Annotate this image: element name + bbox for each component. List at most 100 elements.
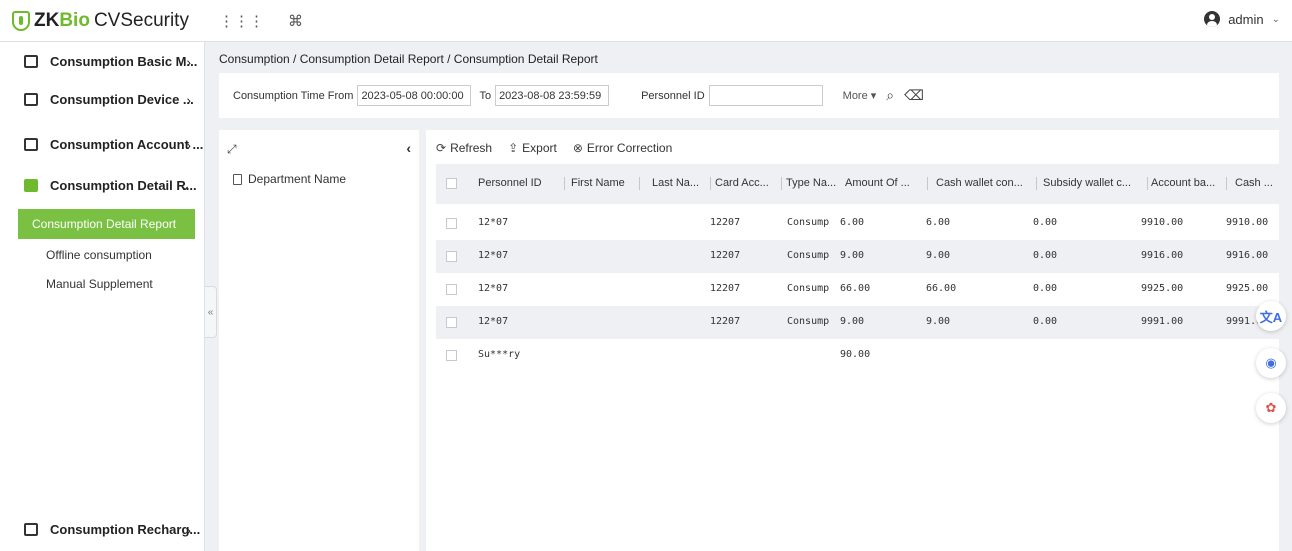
cell-subsidy-wallet: 0.00 bbox=[1033, 250, 1058, 261]
device-icon bbox=[24, 93, 38, 106]
cell-type-name: Consump bbox=[787, 316, 830, 327]
cell-type-name: Consump bbox=[787, 217, 830, 228]
department-label: Department Name bbox=[248, 172, 347, 186]
cell-personnel-id: 12*07 bbox=[478, 316, 509, 327]
sidebar-item-label: Manual Supplement bbox=[46, 277, 153, 291]
sidebar-group-account[interactable]: Consumption Account ... › bbox=[0, 126, 205, 163]
cell-cash-wallet: 6.00 bbox=[926, 217, 951, 228]
table-row[interactable]: 12*07 12207 Consump 66.00 66.00 0.00 992… bbox=[436, 273, 1279, 306]
refresh-icon: ⟳ bbox=[436, 141, 447, 155]
cell-card-account: 12207 bbox=[710, 250, 741, 261]
document-icon bbox=[233, 173, 242, 185]
chevron-down-icon: ⌄ bbox=[179, 177, 191, 193]
error-correction-icon: ⊗ bbox=[572, 141, 583, 155]
account-icon bbox=[24, 138, 38, 151]
header-personnel-id[interactable]: Personnel ID bbox=[478, 177, 566, 189]
cell-amount: 9.00 bbox=[840, 316, 865, 327]
personnel-id-input[interactable] bbox=[708, 85, 823, 106]
cell-cash: 9910.00 bbox=[1226, 217, 1269, 228]
header-amount[interactable]: Amount Of ... bbox=[845, 177, 929, 189]
sidebar-item-consumption-detail-report[interactable]: Consumption Detail Report bbox=[18, 209, 195, 239]
search-icon[interactable]: ⌕ bbox=[886, 87, 894, 104]
collapse-panel-icon[interactable]: ‹ bbox=[406, 140, 411, 156]
summary-label: Su***ry bbox=[478, 349, 521, 360]
app-logo[interactable]: ZK Bio CVSecurity bbox=[12, 7, 189, 35]
sidebar-group-recharge[interactable]: Consumption Recharg... › bbox=[0, 511, 205, 548]
select-all-checkbox[interactable] bbox=[446, 178, 457, 189]
cell-personnel-id: 12*07 bbox=[478, 283, 509, 294]
row-checkbox[interactable] bbox=[446, 350, 457, 361]
user-avatar-icon bbox=[1204, 11, 1221, 27]
chevron-right-icon: › bbox=[186, 91, 191, 108]
header-first-name[interactable]: First Name bbox=[571, 177, 639, 189]
sidebar-item-label: Offline consumption bbox=[46, 248, 152, 262]
sidebar-item-manual-supplement[interactable]: Manual Supplement bbox=[18, 269, 195, 299]
summary-row: Su***ry 90.00 bbox=[436, 339, 1279, 372]
header-type-name[interactable]: Type Na... bbox=[786, 177, 846, 189]
sidebar-group-detail[interactable]: Consumption Detail R... ⌄ bbox=[0, 167, 205, 204]
summary-amount: 90.00 bbox=[840, 349, 871, 360]
header-subsidy-wallet[interactable]: Subsidy wallet c... bbox=[1043, 177, 1145, 189]
row-checkbox[interactable] bbox=[446, 251, 457, 262]
cell-cash-wallet: 66.00 bbox=[926, 283, 957, 294]
time-from-label: Consumption Time From bbox=[233, 89, 354, 102]
cell-account-balance: 9991.00 bbox=[1141, 316, 1184, 327]
export-button[interactable]: ⇪ Export bbox=[508, 141, 557, 155]
brain-icon[interactable]: ✿ bbox=[1256, 393, 1286, 423]
recharge-icon bbox=[24, 523, 38, 536]
header-last-name[interactable]: Last Na... bbox=[652, 177, 710, 189]
header-cash-wallet[interactable]: Cash wallet con... bbox=[936, 177, 1036, 189]
table-row[interactable]: 12*07 12207 Consump 9.00 9.00 0.00 9916.… bbox=[436, 240, 1279, 273]
header-cash[interactable]: Cash ... bbox=[1235, 177, 1279, 189]
expand-all-icon[interactable]: ⤢ bbox=[227, 142, 237, 157]
table-row[interactable]: 12*07 12207 Consump 9.00 9.00 0.00 9991.… bbox=[436, 306, 1279, 339]
sidebar-group-label: Consumption Account ... bbox=[50, 137, 204, 152]
row-checkbox[interactable] bbox=[446, 218, 457, 229]
row-checkbox[interactable] bbox=[446, 284, 457, 295]
cell-amount: 9.00 bbox=[840, 250, 865, 261]
export-icon: ⇪ bbox=[508, 141, 519, 155]
chevron-right-icon: › bbox=[186, 136, 191, 153]
chevron-down-icon: ⌄ bbox=[1271, 13, 1280, 25]
sidebar-group-device[interactable]: Consumption Device ... › bbox=[0, 81, 205, 118]
report-table-panel: ⟳ Refresh ⇪ Export ⊗ Error Correction Perso… bbox=[426, 130, 1279, 551]
clear-icon[interactable]: ⌫ bbox=[904, 87, 924, 104]
cell-amount: 66.00 bbox=[840, 283, 871, 294]
sidebar-item-label: Consumption Detail Report bbox=[32, 217, 177, 231]
assistant-icon[interactable]: ◉ bbox=[1256, 348, 1286, 378]
tree-node-department[interactable]: Department Name bbox=[233, 172, 346, 186]
command-icon[interactable]: ⌘ bbox=[288, 12, 303, 30]
chart-icon bbox=[24, 179, 38, 192]
more-label: More bbox=[842, 90, 868, 102]
cell-amount: 6.00 bbox=[840, 217, 865, 228]
cell-subsidy-wallet: 0.00 bbox=[1033, 283, 1058, 294]
refresh-button[interactable]: ⟳ Refresh bbox=[436, 141, 492, 155]
sidebar-group-basic[interactable]: Consumption Basic M... › bbox=[0, 43, 205, 80]
sidebar-item-offline-consumption[interactable]: Offline consumption bbox=[18, 240, 195, 270]
chevron-right-icon: › bbox=[186, 521, 191, 538]
department-tree-panel: ⤢ ‹ Department Name bbox=[219, 130, 419, 551]
filter-bar: Consumption Time From To Personnel ID Mo… bbox=[219, 73, 1279, 118]
error-correction-button[interactable]: ⊗ Error Correction bbox=[573, 141, 672, 155]
brand-bio: Bio bbox=[59, 10, 90, 31]
cell-personnel-id: 12*07 bbox=[478, 217, 509, 228]
chevron-right-icon: › bbox=[186, 53, 191, 70]
user-menu[interactable]: admin ⌄ bbox=[1204, 11, 1280, 27]
personnel-id-label: Personnel ID bbox=[641, 89, 705, 102]
sidebar-collapse-handle[interactable]: « bbox=[205, 286, 217, 338]
export-label: Export bbox=[522, 141, 557, 155]
table-row[interactable]: 12*07 12207 Consump 6.00 6.00 0.00 9910.… bbox=[436, 207, 1279, 240]
time-from-input[interactable] bbox=[357, 85, 472, 106]
cell-account-balance: 9916.00 bbox=[1141, 250, 1184, 261]
cell-card-account: 12207 bbox=[710, 283, 741, 294]
header-card-account[interactable]: Card Acc... bbox=[715, 177, 777, 189]
time-to-input[interactable] bbox=[495, 85, 610, 106]
header-account-balance[interactable]: Account ba... bbox=[1151, 177, 1225, 189]
time-to-label: To bbox=[479, 89, 492, 102]
top-bar: ZK Bio CVSecurity ⋮⋮⋮ ⌘ admin ⌄ bbox=[0, 0, 1292, 42]
translate-icon[interactable]: 文A bbox=[1256, 301, 1286, 331]
row-checkbox[interactable] bbox=[446, 317, 457, 328]
more-dropdown[interactable]: More ▾ bbox=[843, 89, 877, 102]
cell-cash-wallet: 9.00 bbox=[926, 250, 951, 261]
apps-grid-icon[interactable]: ⋮⋮⋮ bbox=[219, 12, 264, 30]
